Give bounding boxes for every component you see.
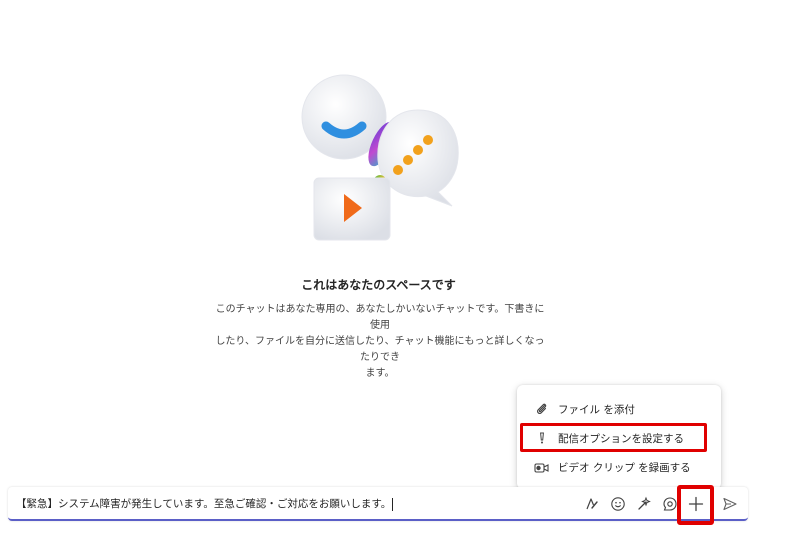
desc-line: ます。 xyxy=(365,368,395,379)
menu-item-label: ファイル を添付 xyxy=(558,403,635,416)
video-clip-icon xyxy=(534,459,550,475)
loop-icon[interactable] xyxy=(662,496,678,512)
message-compose-box[interactable]: 【緊急】システム障害が発生しています。至急ご確認・ご対応をお願いします。 xyxy=(8,487,748,521)
empty-state-illustration xyxy=(301,74,459,241)
menu-item-attach-file[interactable]: ファイル を添付 xyxy=(517,395,721,423)
copilot-icon[interactable] xyxy=(636,496,652,512)
menu-item-label: ビデオ クリップ を録画する xyxy=(558,461,691,474)
message-input[interactable]: 【緊急】システム障害が発生しています。至急ご確認・ご対応をお願いします。 xyxy=(16,496,394,511)
empty-state-description: このチャットはあなた専用の、あなたしかいないチャットです。下書きに使用 したり、… xyxy=(212,302,548,382)
send-icon[interactable] xyxy=(722,496,738,512)
desc-line: このチャットはあなた専用の、あなたしかいないチャットです。下書きに使用 xyxy=(215,304,545,331)
menu-item-record-video[interactable]: ビデオ クリップ を録画する xyxy=(517,453,721,481)
empty-state-title: これはあなたのスペースです xyxy=(301,278,456,292)
highlight-box xyxy=(520,423,707,452)
highlight-box xyxy=(677,485,714,525)
paperclip-icon xyxy=(534,401,550,417)
message-text: 【緊急】システム障害が発生しています。至急ご確認・ご対応をお願いします。 xyxy=(16,498,392,510)
text-caret xyxy=(392,497,394,511)
emoji-icon[interactable] xyxy=(610,496,626,512)
desc-line: したり、ファイルを自分に送信したり、チャット機能にもっと詳しくなったりでき xyxy=(215,336,545,363)
format-icon[interactable] xyxy=(584,496,600,512)
